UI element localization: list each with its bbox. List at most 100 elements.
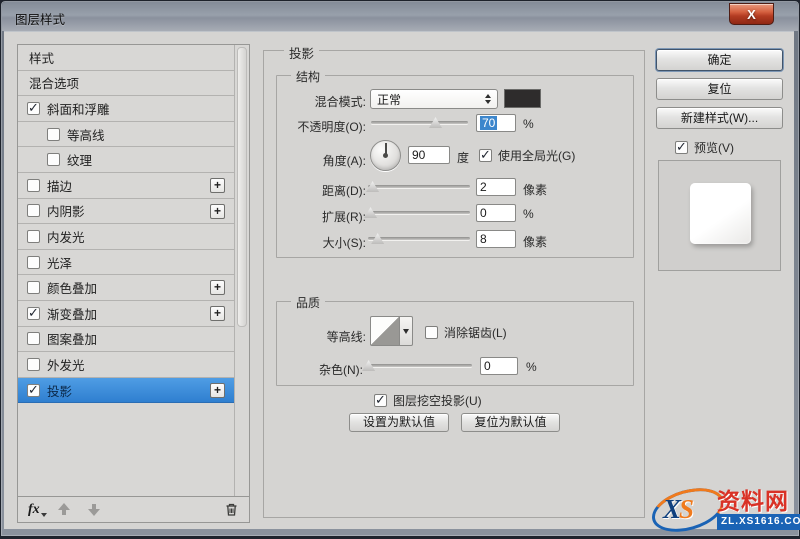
slider-track[interactable] [368,211,470,214]
ok-button[interactable]: 确定 [656,49,783,71]
move-effect-down-icon[interactable] [88,503,100,516]
sidebar-item-color-overlay[interactable]: 颜色叠加 + [18,275,234,301]
sidebar-item-blending-options[interactable]: 混合选项 [18,71,234,97]
style-list: 样式 混合选项 斜面和浮雕 等高线 纹理 [18,45,234,496]
noise-label: 杂色(N): [277,361,363,378]
preview-label: 预览(V) [694,139,734,156]
sidebar-item-label: 混合选项 [29,73,79,92]
use-global-light-row[interactable]: 使用全局光(G) [479,147,575,164]
sidebar-item-outer-glow[interactable]: 外发光 [18,352,234,378]
sidebar-item-texture[interactable]: 纹理 [18,147,234,173]
angle-input[interactable]: 90 [408,146,450,164]
add-effect-icon[interactable]: + [210,280,225,295]
checkbox[interactable] [27,230,40,243]
noise-input[interactable]: 0 [480,357,518,375]
add-effect-icon[interactable]: + [210,204,225,219]
watermark-site-url: ZL.XS1616.COM [717,514,800,530]
delete-effect-icon[interactable] [224,502,239,517]
slider-track[interactable] [366,364,472,367]
drop-shadow-panel: 投影 结构 混合模式: 正常 不透明度(O): 70 % 角度(A): [263,50,645,518]
noise-slider[interactable] [366,358,472,372]
sidebar-item-label: 渐变叠加 [47,304,97,323]
sidebar-item-label: 等高线 [67,125,105,144]
checkbox[interactable] [27,204,40,217]
distance-input[interactable]: 2 [476,178,516,196]
checkbox[interactable] [27,102,40,115]
opacity-input[interactable]: 70 [476,114,516,132]
reset-button[interactable]: 复位 [656,78,783,100]
checkbox[interactable] [27,358,40,371]
size-unit: 像素 [523,233,547,250]
sidebar-item-styles[interactable]: 样式 [18,45,234,71]
sidebar-item-inner-shadow[interactable]: 内阴影 + [18,199,234,225]
slider-track[interactable] [371,121,468,124]
sidebar-item-gradient-overlay[interactable]: 渐变叠加 + [18,301,234,327]
sidebar-item-label: 光泽 [47,253,72,272]
effects-toolbar: fx [18,496,249,522]
anti-alias-row[interactable]: 消除锯齿(L) [425,324,507,341]
reset-default-button[interactable]: 复位为默认值 [461,413,560,432]
sidebar-item-label: 外发光 [47,355,85,374]
checkbox[interactable] [27,307,40,320]
sidebar-item-satin[interactable]: 光泽 [18,250,234,276]
angle-dial[interactable] [370,140,401,171]
move-effect-up-icon[interactable] [58,503,70,516]
style-preview-box [658,160,781,271]
checkbox[interactable] [47,128,60,141]
checkbox[interactable] [27,179,40,192]
sidebar-item-label: 颜色叠加 [47,278,97,297]
size-slider[interactable] [368,231,470,245]
dialog-title: 图层样式 [15,9,65,28]
sidebar-item-label: 图案叠加 [47,329,97,348]
slider-track[interactable] [368,185,470,188]
checkbox[interactable] [374,394,387,407]
checkbox[interactable] [425,326,438,339]
checkbox[interactable] [47,153,60,166]
slider-track[interactable] [368,237,470,240]
distance-label: 距离(D): [277,182,366,199]
sidebar-item-drop-shadow[interactable]: 投影 + [18,378,234,404]
blend-mode-select[interactable]: 正常 [370,89,498,109]
sidebar-item-inner-glow[interactable]: 内发光 [18,224,234,250]
opacity-label: 不透明度(O): [277,118,366,135]
checkbox[interactable] [27,384,40,397]
set-default-button[interactable]: 设置为默认值 [349,413,449,432]
structure-group: 结构 混合模式: 正常 不透明度(O): 70 % 角度(A): 90 度 [276,75,634,258]
noise-unit: % [526,360,537,374]
contour-dropdown-icon[interactable] [400,316,413,346]
use-global-light-label: 使用全局光(G) [498,147,575,164]
add-effect-icon[interactable]: + [210,383,225,398]
blend-mode-label: 混合模式: [277,93,366,110]
sidebar-item-label: 投影 [47,381,72,400]
spread-input[interactable]: 0 [476,204,516,222]
shadow-color-swatch[interactable] [504,89,541,108]
chevron-updown-icon [485,94,491,104]
sidebar-item-bevel-emboss[interactable]: 斜面和浮雕 [18,96,234,122]
checkbox[interactable] [479,149,492,162]
fx-menu-icon[interactable]: fx [28,502,40,518]
title-bar[interactable]: 图层样式 X [2,2,798,31]
size-input[interactable]: 8 [476,230,516,248]
watermark-site-name: 资料网 [717,488,800,514]
contour-label: 等高线: [277,328,366,345]
sidebar-item-pattern-overlay[interactable]: 图案叠加 [18,327,234,353]
add-effect-icon[interactable]: + [210,178,225,193]
distance-slider[interactable] [368,179,470,193]
watermark-logo: XS [663,494,692,525]
opacity-slider[interactable] [371,115,468,129]
preview-row[interactable]: 预览(V) [675,139,734,156]
checkbox[interactable] [27,332,40,345]
sidebar-item-stroke[interactable]: 描边 + [18,173,234,199]
new-style-button[interactable]: 新建样式(W)... [656,107,783,129]
scrollbar-thumb[interactable] [237,47,247,327]
checkbox[interactable] [27,281,40,294]
contour-picker[interactable] [370,316,400,346]
sidebar-scrollbar[interactable] [234,45,249,496]
add-effect-icon[interactable]: + [210,306,225,321]
close-icon[interactable]: X [729,3,774,25]
sidebar-item-contour[interactable]: 等高线 [18,122,234,148]
checkbox[interactable] [27,256,40,269]
layer-knockout-row[interactable]: 图层挖空投影(U) [374,392,482,409]
spread-slider[interactable] [368,205,470,219]
checkbox[interactable] [675,141,688,154]
